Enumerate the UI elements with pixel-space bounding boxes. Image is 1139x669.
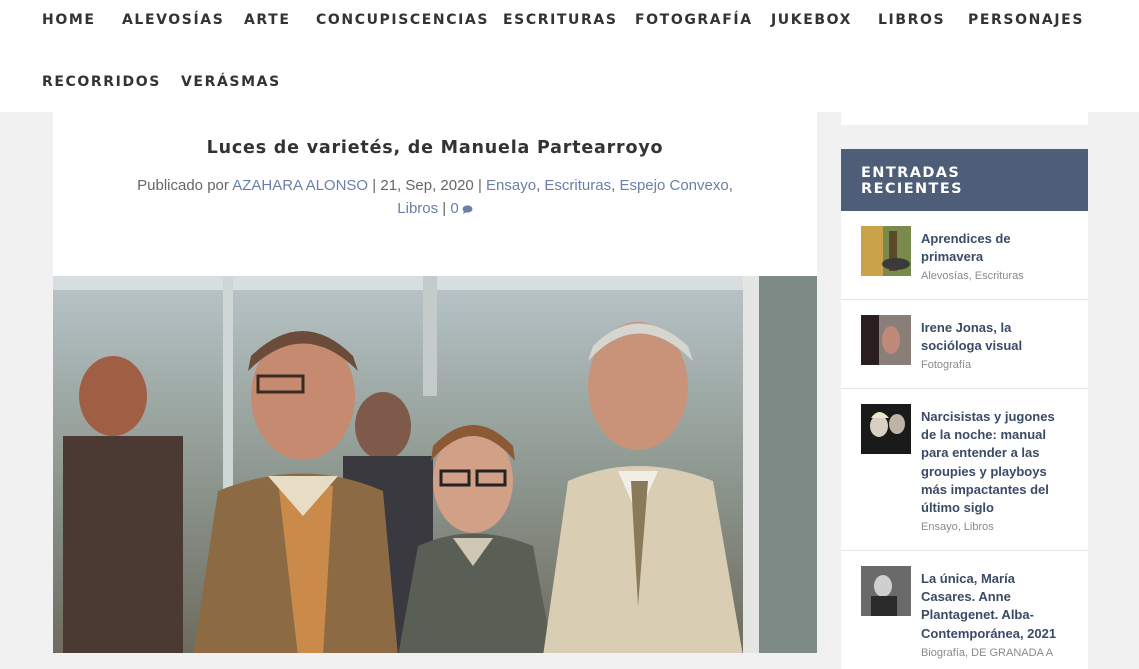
nav-item-escrituras[interactable]: ESCRITURAS [503, 12, 618, 28]
recent-post-item: Narcisistas y jugones de la noche: manua… [841, 389, 1088, 551]
nav-item-libros[interactable]: LIBROS [878, 12, 945, 28]
recent-post-title[interactable]: Irene Jonas, la socióloga visual [921, 319, 1071, 355]
recent-post-thumbnail[interactable] [861, 315, 911, 365]
recent-post-title[interactable]: Aprendices de primavera [921, 230, 1071, 266]
post-title: Luces de varietés, de Manuela Partearroy… [206, 138, 664, 158]
recent-post-categories[interactable]: Alevosías, Escrituras [921, 270, 1081, 282]
recent-post-title[interactable]: Narcisistas y jugones de la noche: manua… [921, 408, 1071, 517]
recent-post-item: Aprendices de primavera Alevosías, Escri… [841, 211, 1088, 300]
recent-post-thumbnail[interactable] [861, 404, 911, 454]
meta-separator: | [442, 200, 447, 217]
thumbnail-image [861, 315, 911, 365]
recent-post-categories[interactable]: Ensayo, Libros [921, 521, 1081, 533]
published-by-label: Publicado por [137, 177, 229, 194]
recent-post-categories[interactable]: Biografía, DE GRANADA A [921, 647, 1081, 659]
author-link[interactable]: AZAHARA ALONSO [232, 177, 368, 194]
meta-separator: | [372, 177, 377, 194]
nav-item-fotografia[interactable]: FOTOGRAFÍA [635, 12, 753, 28]
recent-posts-widget: ENTRADAS RECIENTES Aprendices de primave… [841, 149, 1088, 669]
featured-image[interactable] [53, 276, 817, 653]
nav-item-jukebox[interactable]: JUKEBOX [771, 12, 852, 28]
category-link-escrituras[interactable]: Escrituras [544, 177, 611, 194]
category-link-ensayo[interactable]: Ensayo [486, 177, 536, 194]
featured-image-svg [53, 276, 817, 653]
sidebar-top-widget [841, 86, 1088, 125]
nav-item-verasmas[interactable]: VERÁSMAS [181, 74, 281, 90]
nav-item-personajes[interactable]: PERSONAJES [968, 12, 1084, 28]
post-date: 21, Sep, 2020 [380, 177, 474, 194]
nav-item-concupiscencias[interactable]: CONCUPISCENCIAS [316, 12, 489, 28]
thumbnail-image [861, 566, 911, 616]
category-link-libros[interactable]: Libros [397, 200, 438, 217]
widget-header: ENTRADAS RECIENTES [841, 149, 1088, 211]
thumbnail-image [861, 226, 911, 276]
nav-item-arte[interactable]: ARTE [244, 12, 291, 28]
recent-post-thumbnail[interactable] [861, 226, 911, 276]
nav-item-home[interactable]: HOME [42, 12, 96, 28]
comment-bubble-icon[interactable] [462, 205, 473, 214]
recent-post-item: Irene Jonas, la socióloga visual Fotogra… [841, 300, 1088, 389]
recent-post-thumbnail[interactable] [861, 566, 911, 616]
recent-post-title[interactable]: La única, María Casares. Anne Plantagene… [921, 570, 1071, 643]
thumbnail-image [861, 404, 911, 454]
article-card: Luces de varietés, de Manuela Partearroy… [53, 108, 817, 653]
recent-post-item: La única, María Casares. Anne Plantagene… [841, 551, 1088, 669]
meta-separator: | [477, 177, 482, 194]
comment-count[interactable]: 0 [450, 200, 458, 217]
nav-item-recorridos[interactable]: RECORRIDOS [42, 74, 161, 90]
post-meta: Publicado por AZAHARA ALONSO | 21, Sep, … [137, 177, 733, 217]
recent-post-categories[interactable]: Fotografía [921, 359, 1081, 371]
category-link-espejo-convexo[interactable]: Espejo Convexo [619, 177, 728, 194]
nav-item-alevosias[interactable]: ALEVOSÍAS [122, 12, 224, 28]
widget-title: ENTRADAS RECIENTES [861, 165, 963, 197]
